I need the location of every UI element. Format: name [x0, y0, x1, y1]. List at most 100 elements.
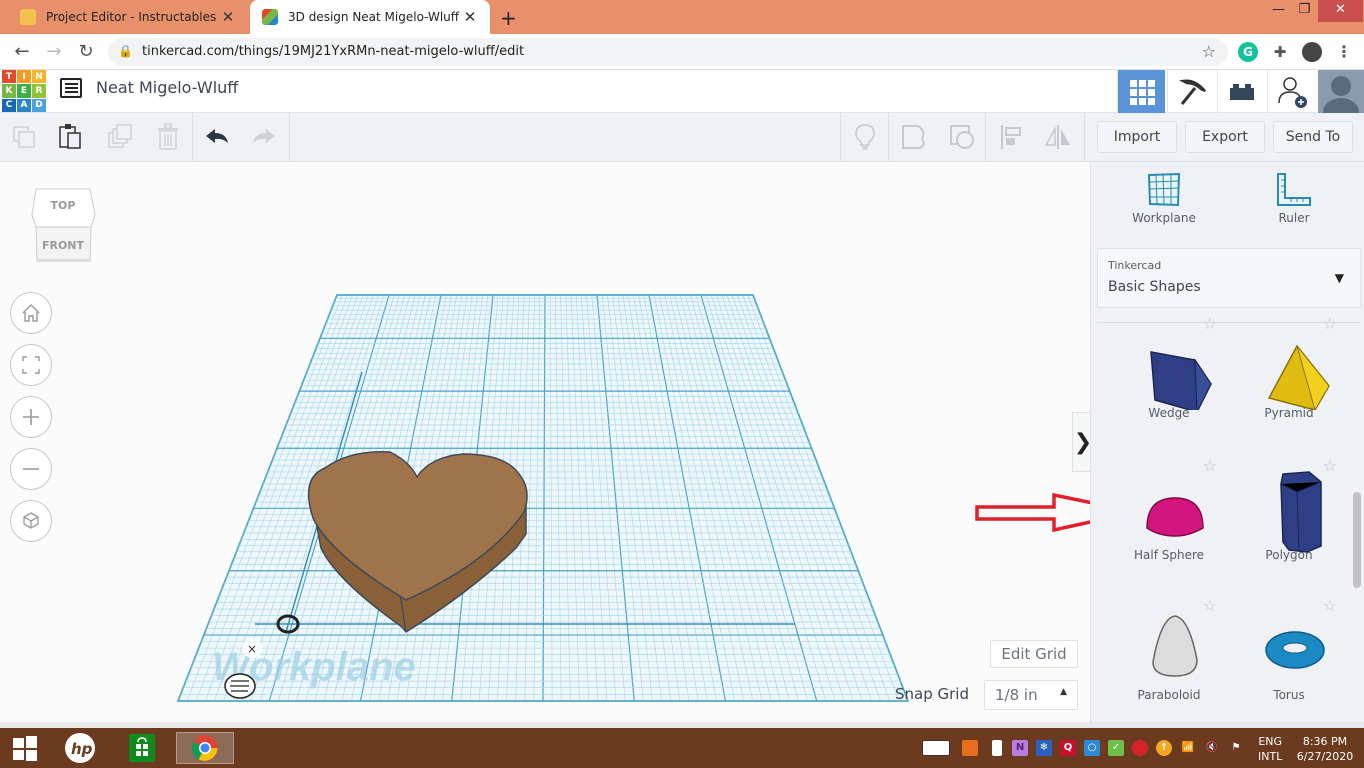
- viewcube-front-label[interactable]: FRONT: [30, 239, 96, 252]
- logo-letter: E: [17, 84, 31, 98]
- user-avatar[interactable]: [1318, 70, 1364, 113]
- chrome-taskbar-button[interactable]: [176, 732, 234, 764]
- shape-torus[interactable]: ☆ Torus: [1229, 592, 1349, 722]
- shape-category-select[interactable]: Tinkercad Basic Shapes ▼: [1097, 248, 1361, 308]
- mirror-button[interactable]: [1042, 121, 1074, 153]
- copy-button[interactable]: [8, 121, 40, 153]
- shape-paraboloid[interactable]: ☆ Paraboloid: [1109, 592, 1229, 722]
- send-to-button[interactable]: Send To: [1273, 121, 1353, 153]
- browser-tab-strip: Project Editor - Instructables ✕ 3D desi…: [0, 0, 1364, 34]
- bookmark-star-icon[interactable]: ☆: [1202, 42, 1216, 61]
- workplane-grid[interactable]: [0, 162, 1090, 722]
- update-tray-icon[interactable]: ↑: [1156, 740, 1172, 756]
- undo-button[interactable]: [201, 121, 233, 153]
- quickheal-tray-icon[interactable]: Q: [1060, 740, 1076, 756]
- align-icon: [1001, 125, 1021, 149]
- perspective-toggle-button[interactable]: [10, 500, 52, 542]
- store-app-button[interactable]: [128, 732, 156, 764]
- snap-grid-select[interactable]: 1/8 in ▲: [984, 680, 1078, 710]
- volume-muted-icon[interactable]: 🔇: [1204, 740, 1220, 756]
- profile-avatar-icon[interactable]: [1302, 42, 1322, 62]
- language-indicator[interactable]: ENG INTL: [1258, 734, 1282, 764]
- onenote-tray-icon[interactable]: N: [1012, 740, 1028, 756]
- java-tray-icon[interactable]: [962, 740, 978, 756]
- shape-half-sphere[interactable]: ☆ Half Sphere: [1109, 452, 1229, 582]
- fit-view-button[interactable]: [10, 344, 52, 386]
- pyramid-shape-icon: [1267, 344, 1330, 410]
- viewcube-top-label[interactable]: TOP: [30, 199, 96, 212]
- network-signal-icon[interactable]: 📶: [1180, 740, 1196, 756]
- ruler-tool[interactable]: Ruler: [1229, 172, 1359, 225]
- address-bar[interactable]: 🔒 tinkercad.com/things/19MJ21YxRMn-neat-…: [108, 38, 1228, 66]
- notes-button[interactable]: [849, 121, 881, 153]
- home-view-button[interactable]: [10, 292, 52, 334]
- tinkercad-header: TIN KER CAD Neat Migelo-Wluff: [0, 70, 1364, 113]
- editor-toolbar: Import Export Send To: [0, 113, 1364, 162]
- shape-pyramid[interactable]: ☆ Pyramid: [1229, 314, 1349, 452]
- shape-polygon[interactable]: ☆ Polygon: [1229, 452, 1349, 582]
- favorite-star-icon[interactable]: ☆: [1323, 314, 1337, 333]
- group-button[interactable]: [898, 121, 930, 153]
- checkmark-tray-icon[interactable]: ✓: [1108, 740, 1124, 756]
- paste-button[interactable]: [54, 121, 86, 153]
- hp-logo-icon: hp: [65, 733, 95, 763]
- grammarly-extension-icon[interactable]: G: [1238, 42, 1258, 62]
- back-button[interactable]: ←: [10, 40, 34, 64]
- lightbulb-icon: [855, 124, 875, 150]
- export-button[interactable]: Export: [1185, 121, 1265, 153]
- panel-collapse-button[interactable]: ❯: [1072, 412, 1090, 472]
- windows-logo-icon: [13, 736, 37, 761]
- zoom-out-button[interactable]: [10, 448, 52, 490]
- edit-grid-button[interactable]: Edit Grid: [990, 640, 1078, 668]
- window-close-button[interactable]: ✕: [1318, 0, 1363, 22]
- tab-tinkercad[interactable]: 3D design Neat Migelo-Wluff | Ti ✕: [250, 0, 490, 34]
- view-cube[interactable]: TOP FRONT: [30, 187, 96, 265]
- delete-button[interactable]: [152, 121, 184, 153]
- half-sphere-shape-icon: [1146, 497, 1204, 537]
- dropdown-caret-icon: ▼: [1334, 271, 1344, 285]
- zoom-in-button[interactable]: [10, 396, 52, 438]
- duplicate-button[interactable]: [104, 121, 136, 153]
- action-center-flag-icon[interactable]: ⚑: [1228, 740, 1244, 756]
- extensions-puzzle-icon[interactable]: ✚: [1270, 42, 1290, 62]
- redo-button[interactable]: [248, 121, 280, 153]
- beats-tray-icon[interactable]: [1132, 740, 1148, 756]
- tinkercad-logo[interactable]: TIN KER CAD: [2, 70, 46, 112]
- favorite-star-icon[interactable]: ☆: [1203, 314, 1217, 333]
- tab-close-icon[interactable]: ✕: [460, 8, 480, 26]
- snowflake-tray-icon[interactable]: ❄: [1036, 740, 1052, 756]
- workplane-tool[interactable]: Workplane: [1099, 172, 1229, 225]
- design-title[interactable]: Neat Migelo-Wluff: [96, 78, 238, 97]
- redo-icon: [253, 129, 275, 143]
- panel-scrollbar[interactable]: [1353, 492, 1361, 588]
- chrome-menu-icon[interactable]: ⋮: [1334, 42, 1354, 62]
- shape-wedge[interactable]: ☆ Wedge: [1109, 314, 1229, 452]
- 3d-design-view-button[interactable]: [1117, 70, 1165, 113]
- tab-close-icon[interactable]: ✕: [218, 8, 238, 26]
- tab-title: Project Editor - Instructables: [46, 10, 217, 24]
- design-list-icon[interactable]: [60, 78, 82, 98]
- forward-button[interactable]: →: [42, 40, 66, 64]
- invite-user-button[interactable]: [1267, 70, 1315, 113]
- ungroup-button[interactable]: [946, 121, 978, 153]
- blocks-view-button[interactable]: [1167, 70, 1215, 113]
- system-clock[interactable]: 8:36 PM 6/27/2020: [1292, 734, 1358, 764]
- tab-instructables[interactable]: Project Editor - Instructables ✕: [8, 0, 248, 34]
- touch-keyboard-icon[interactable]: [922, 740, 950, 756]
- windows-start-button[interactable]: [8, 732, 42, 764]
- shapes-panel: Workplane Ruler Tinkercad Basic Shapes ▼…: [1090, 162, 1364, 722]
- workplane-label: Workplane: [1132, 211, 1196, 225]
- align-button[interactable]: [995, 121, 1027, 153]
- copy-icon: [13, 126, 35, 148]
- logo-letter: I: [17, 70, 31, 84]
- new-tab-button[interactable]: +: [500, 6, 517, 30]
- 3d-viewport[interactable]: Workplane × TOP FRONT Edit Grid Snap Gri…: [0, 162, 1090, 722]
- hp-app-button[interactable]: hp: [62, 732, 98, 764]
- trash-icon: [158, 123, 178, 150]
- mirror-icon: [1044, 125, 1070, 149]
- reload-button[interactable]: ↻: [74, 40, 98, 64]
- sync-tray-icon[interactable]: ○: [1084, 740, 1100, 756]
- bricks-view-button[interactable]: [1217, 70, 1265, 113]
- import-button[interactable]: Import: [1097, 121, 1177, 153]
- battery-icon[interactable]: [992, 740, 1002, 756]
